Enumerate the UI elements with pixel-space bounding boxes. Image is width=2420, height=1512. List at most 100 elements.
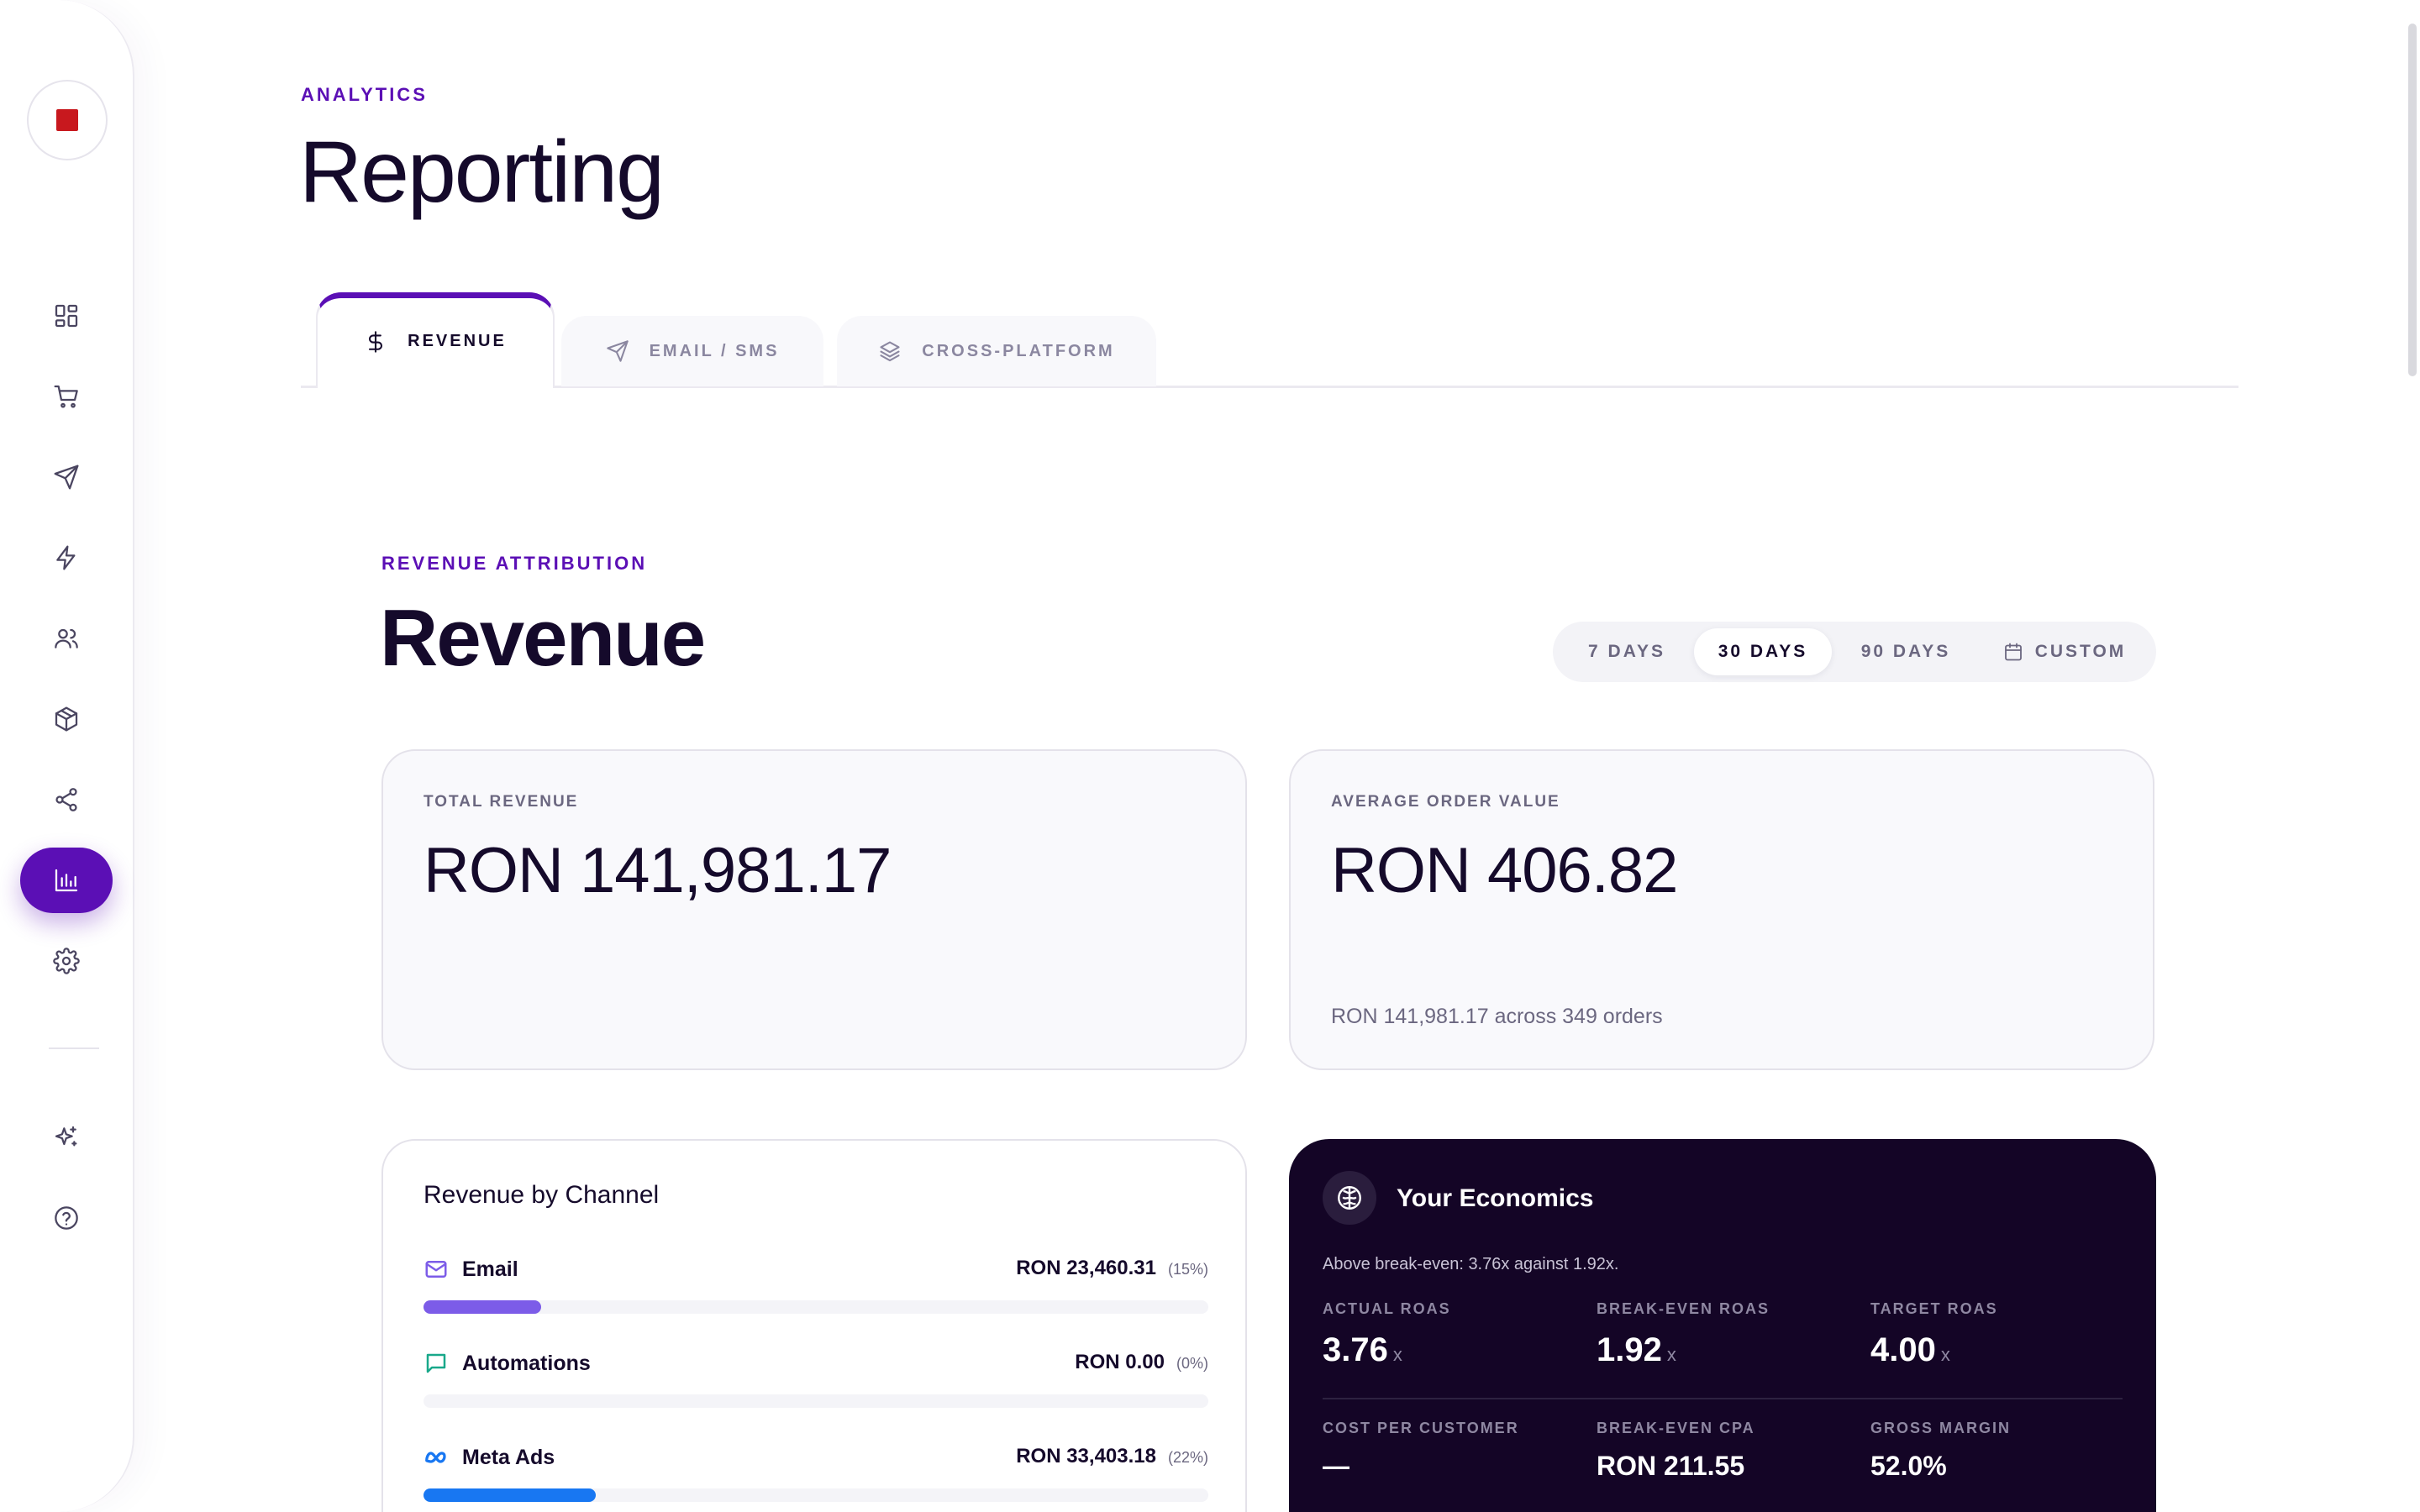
channel-label: Meta Ads	[462, 1445, 555, 1469]
total-revenue-card: TOTAL REVENUE RON 141,981.17	[381, 749, 1247, 1070]
economics-title: Your Economics	[1397, 1184, 1594, 1212]
channel-label: Automations	[462, 1351, 591, 1375]
metric-value: 1.92 x	[1597, 1331, 1770, 1369]
section-eyebrow: REVENUE ATTRIBUTION	[381, 553, 648, 574]
channel-name-automations: Automations	[424, 1351, 591, 1376]
channel-card-title: Revenue by Channel	[424, 1181, 660, 1209]
metric-label: ACTUAL ROAS	[1323, 1300, 1451, 1317]
range-7-days-button[interactable]: 7 DAYS	[1560, 628, 1694, 675]
lightning-icon	[56, 545, 76, 570]
actual-roas-metric: ACTUAL ROAS 3.76 x	[1323, 1300, 1451, 1369]
metric-label: COST PER CUSTOMER	[1323, 1420, 1519, 1436]
metric-value: 4.00 x	[1870, 1331, 1998, 1369]
help-icon	[55, 1206, 78, 1230]
sidebar-item-ai-assistant[interactable]	[20, 1105, 113, 1170]
total-revenue-value: RON 141,981.17	[424, 835, 892, 906]
mail-icon	[425, 1261, 447, 1278]
tab-cross-platform-label: CROSS-PLATFORM	[922, 341, 1115, 360]
channel-bar-fill-email	[424, 1300, 541, 1314]
metric-value: 52.0%	[1870, 1451, 1947, 1481]
sidebar-item-reporting[interactable]	[20, 848, 113, 913]
box-icon	[55, 706, 78, 732]
range-custom-label: CUSTOM	[2034, 642, 2127, 661]
breakeven-roas-metric: BREAK-EVEN ROAS 1.92 x	[1597, 1300, 1770, 1369]
meta-icon	[425, 1452, 446, 1463]
economics-card: Your Economics Above break-even: 3.76x a…	[1289, 1139, 2156, 1512]
channel-label: Email	[462, 1257, 518, 1281]
total-revenue-label: TOTAL REVENUE	[424, 793, 579, 811]
calendar-icon	[2004, 643, 2022, 661]
send-icon	[606, 340, 629, 362]
channel-bar-track	[424, 1394, 1208, 1408]
metric-number: 3.76	[1323, 1331, 1388, 1368]
channel-bar-fill-meta-ads	[424, 1488, 596, 1502]
channel-percent: (0%)	[1176, 1355, 1208, 1372]
page-scrollbar[interactable]	[2408, 24, 2417, 376]
brand-logo-button[interactable]	[27, 80, 108, 160]
share-icon	[55, 788, 77, 811]
sidebar-item-dashboard[interactable]	[20, 283, 113, 349]
revenue-by-channel-card: Revenue by Channel Email RON 23,460.31 (…	[381, 1139, 1247, 1512]
sidebar-item-integrations[interactable]	[20, 767, 113, 832]
tab-email-sms-label: EMAIL / SMS	[649, 341, 780, 360]
sidebar-item-automations[interactable]	[20, 525, 113, 591]
date-range-selector: 7 DAYS 30 DAYS 90 DAYS CUSTOM	[1553, 622, 2156, 682]
brain-icon-badge	[1323, 1171, 1376, 1225]
cost-per-customer-metric: COST PER CUSTOMER —	[1323, 1420, 1519, 1482]
range-90-days-button[interactable]: 90 DAYS	[1832, 628, 1980, 675]
settings-icon	[53, 948, 80, 974]
range-30-days-button[interactable]: 30 DAYS	[1694, 628, 1832, 675]
channel-amount-value: RON 33,403.18	[1016, 1445, 1156, 1467]
target-roas-metric: TARGET ROAS 4.00 x	[1870, 1300, 1998, 1369]
channel-amount-automations: RON 0.00 (0%)	[1075, 1351, 1208, 1374]
brain-icon	[1338, 1186, 1361, 1210]
average-order-value-card: AVERAGE ORDER VALUE RON 406.82 RON 141,9…	[1289, 749, 2154, 1070]
metric-unit: x	[1666, 1344, 1676, 1365]
channel-row-email: Email RON 23,460.31 (15%)	[424, 1257, 1208, 1324]
metric-unit: x	[1940, 1344, 1950, 1365]
layers-icon	[880, 341, 900, 362]
sidebar-item-products[interactable]	[20, 686, 113, 752]
channel-percent: (22%)	[1167, 1449, 1208, 1466]
sidebar-divider	[49, 1047, 99, 1049]
channel-amount-meta-ads: RON 33,403.18 (22%)	[1016, 1445, 1208, 1468]
section-title: Revenue	[380, 593, 706, 683]
chat-icon	[426, 1353, 446, 1373]
channel-name-meta-ads: Meta Ads	[424, 1445, 555, 1470]
page-title: Reporting	[299, 123, 665, 221]
channel-row-automations: Automations RON 0.00 (0%)	[424, 1351, 1208, 1418]
channel-percent: (15%)	[1167, 1261, 1208, 1278]
channel-amount-value: RON 23,460.31	[1016, 1257, 1156, 1279]
metric-label: TARGET ROAS	[1870, 1300, 1998, 1317]
metric-label: BREAK-EVEN CPA	[1597, 1420, 1755, 1436]
tab-revenue[interactable]: REVENUE	[316, 292, 555, 388]
sidebar-item-orders[interactable]	[20, 364, 113, 429]
sidebar-item-help[interactable]	[20, 1185, 113, 1251]
brand-logo-icon	[56, 109, 78, 131]
aov-value: RON 406.82	[1331, 835, 1678, 906]
channel-bar-track	[424, 1488, 1208, 1502]
tab-revenue-label: REVENUE	[408, 332, 507, 350]
channel-amount-value: RON 0.00	[1075, 1351, 1165, 1373]
sidebar-item-audience[interactable]	[20, 606, 113, 671]
metric-value: —	[1323, 1451, 1349, 1481]
metric-label: GROSS MARGIN	[1870, 1420, 2012, 1436]
page-eyebrow: ANALYTICS	[301, 84, 428, 105]
send-icon	[54, 465, 79, 490]
tab-email-sms[interactable]: EMAIL / SMS	[561, 316, 823, 386]
cart-icon	[54, 385, 78, 408]
channel-name-email: Email	[424, 1257, 518, 1282]
dollar-icon	[369, 330, 383, 353]
channel-bar-track	[424, 1300, 1208, 1314]
aov-subtext: RON 141,981.17 across 349 orders	[1331, 1005, 1663, 1028]
sidebar-item-campaigns[interactable]	[20, 444, 113, 510]
breakeven-cpa-metric: BREAK-EVEN CPA RON 211.55	[1597, 1420, 1755, 1482]
channel-amount-email: RON 23,460.31 (15%)	[1016, 1257, 1208, 1280]
tab-cross-platform[interactable]: CROSS-PLATFORM	[837, 316, 1156, 386]
aov-label: AVERAGE ORDER VALUE	[1331, 793, 1560, 811]
metric-number: 1.92	[1597, 1331, 1662, 1368]
range-custom-button[interactable]: CUSTOM	[1980, 628, 2149, 675]
sidebar-item-settings[interactable]	[20, 928, 113, 994]
sparkles-icon	[55, 1126, 77, 1147]
metric-unit: x	[1392, 1344, 1402, 1365]
